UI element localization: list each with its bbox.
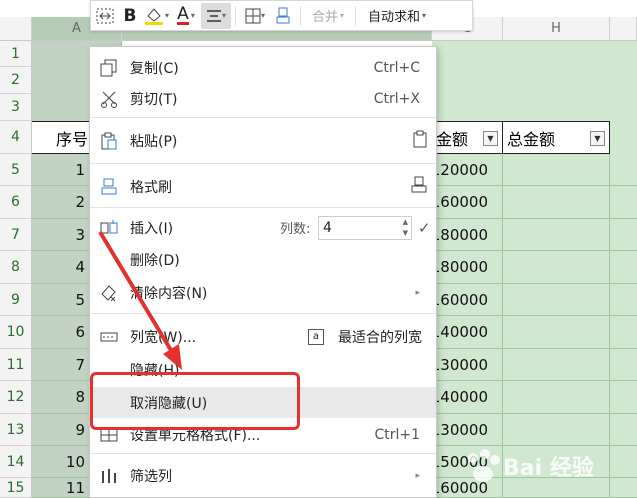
annotation-arrow-icon [98,230,182,370]
watermark-text: Bai 经验 [503,456,594,481]
watermark-logo: Bai 经验 [463,434,633,498]
paw-icon [468,449,500,482]
